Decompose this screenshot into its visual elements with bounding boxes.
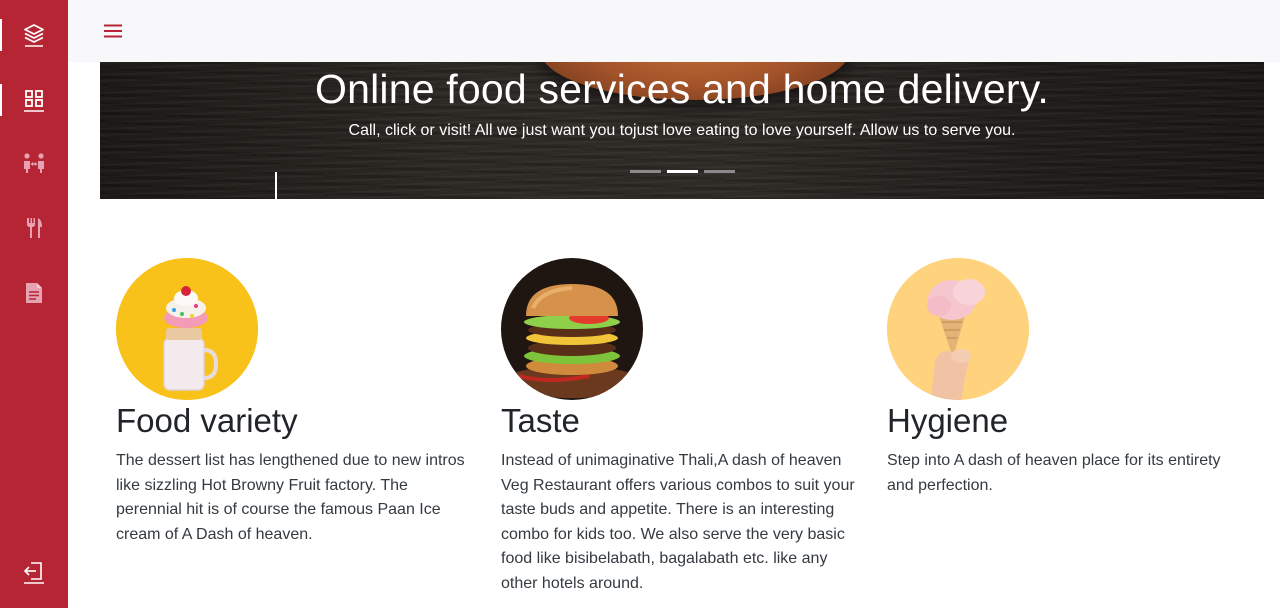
feature-title: Food variety: [116, 402, 298, 439]
carousel-indicator-1[interactable]: [630, 170, 661, 173]
sidebar-item-layers[interactable]: [0, 15, 68, 55]
text-cursor: [275, 172, 277, 199]
feature-title: Taste: [501, 402, 580, 439]
top-bar: [68, 0, 1280, 62]
people-icon: [24, 153, 44, 173]
feature-image-dessert: [116, 258, 258, 400]
menu-toggle-button[interactable]: [102, 20, 124, 42]
sidebar-item-dashboard[interactable]: [0, 80, 68, 120]
document-icon: [26, 283, 42, 303]
feature-description: Instead of unimaginative Thali,A dash of…: [501, 452, 855, 592]
utensils-icon: [27, 218, 42, 238]
grid-icon: [24, 90, 44, 112]
feature-title: Hygiene: [887, 402, 1009, 439]
feature-hygiene: Hygiene Step into A dash of heaven place…: [887, 258, 1257, 498]
sidebar-item-orders[interactable]: [0, 273, 68, 313]
hero-subtitle: Call, click or visit! All we just want y…: [348, 122, 1016, 139]
milkshake-image: [116, 258, 258, 400]
carousel-indicators: [630, 170, 735, 173]
logout-icon: [23, 562, 44, 584]
feature-image-ice-cream: [887, 258, 1029, 400]
carousel-indicator-3[interactable]: [704, 170, 735, 173]
ice-cream-image: [887, 258, 1029, 400]
feature-description: Step into A dash of heaven place for its…: [887, 452, 1221, 494]
logout-button[interactable]: [0, 552, 68, 592]
feature-image-burger: [501, 258, 643, 400]
feature-food-variety: Food variety The dessert list has length…: [116, 258, 486, 547]
feature-description: The dessert list has lengthened due to n…: [116, 452, 465, 543]
carousel-indicator-2[interactable]: [667, 170, 698, 173]
burger-image: [501, 258, 643, 400]
sidebar-item-users[interactable]: [0, 143, 68, 183]
layers-icon: [24, 24, 44, 47]
sidebar-item-menu[interactable]: [0, 208, 68, 248]
hero-title: Online food services and home delivery.: [314, 66, 1050, 112]
feature-taste: Taste Instead of unimaginative Thali,A d…: [501, 258, 871, 596]
sidebar: [0, 0, 68, 608]
hamburger-icon: [104, 24, 122, 38]
